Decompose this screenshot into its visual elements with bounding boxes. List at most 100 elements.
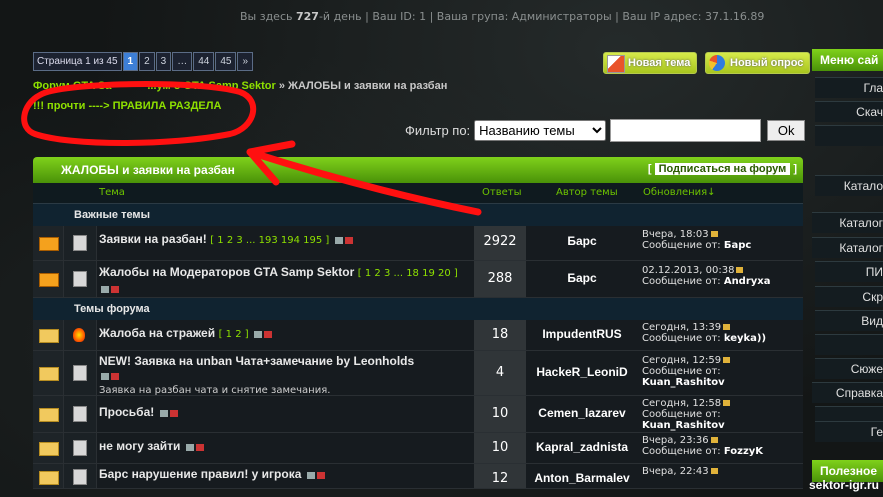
- moderate-icon[interactable]: [254, 330, 263, 338]
- last-poster[interactable]: Kuan_Rashitov: [642, 377, 725, 388]
- delete-icon[interactable]: [111, 285, 119, 293]
- fire-icon: [73, 328, 85, 342]
- breadcrumb-link[interactable]: ...ум о GTA Samp Sektor: [147, 80, 275, 92]
- reply-count: 2922: [483, 234, 517, 249]
- table-row[interactable]: Жалобы на Модераторов GTA Samp Sektor [ …: [33, 261, 803, 298]
- moderate-icon[interactable]: [159, 409, 168, 417]
- topic-link[interactable]: Барс нарушение правил! у игрока: [99, 467, 301, 481]
- menu-item[interactable]: Каталог: [812, 212, 883, 233]
- filter-ok-button[interactable]: Ok: [767, 120, 806, 141]
- moderate-icon[interactable]: [185, 443, 194, 451]
- menu-item[interactable]: Скр: [815, 286, 883, 307]
- menu-item[interactable]: [815, 334, 883, 355]
- subscribe-forum[interactable]: [ Подписаться на форум ]: [648, 163, 797, 175]
- menu-item[interactable]: Справка: [812, 382, 883, 403]
- col-replies[interactable]: Ответы: [482, 187, 521, 198]
- menu-item[interactable]: Катало: [815, 175, 883, 196]
- envelope-icon: [39, 329, 59, 343]
- table-row[interactable]: Барс нарушение правил! у игрока 12 Anton…: [33, 464, 803, 489]
- menu-item[interactable]: Каталог: [812, 237, 883, 258]
- reply-count: 12: [491, 471, 509, 486]
- table-row[interactable]: NEW! Заявка на unban Чата+замечание by L…: [33, 351, 803, 396]
- next-page-link[interactable]: »: [237, 52, 254, 71]
- menu-item[interactable]: Скач: [815, 101, 883, 122]
- last-post-icon[interactable]: [723, 324, 731, 330]
- menu-item[interactable]: ПИ: [815, 261, 883, 282]
- last-post-icon[interactable]: [736, 267, 744, 273]
- col-topic[interactable]: Тема: [99, 187, 125, 198]
- new-topic-button[interactable]: Новая тема: [603, 52, 698, 74]
- col-updates[interactable]: Обновления↓: [643, 187, 716, 198]
- pagination: Страница 1 из 45 1 2 3 … 44 45 »: [33, 52, 254, 71]
- filter-input[interactable]: [610, 119, 762, 142]
- reply-count: 10: [491, 440, 509, 455]
- last-poster[interactable]: Барс: [724, 240, 751, 251]
- topic-link[interactable]: Жалоба на стражей: [99, 326, 215, 340]
- doc-icon: [73, 365, 87, 381]
- moderate-icon[interactable]: [101, 285, 109, 293]
- topic-author[interactable]: Anton_Barmalev: [527, 464, 637, 485]
- col-author[interactable]: Автор темы: [556, 187, 618, 198]
- topic-link[interactable]: NEW! Заявка на unban Чата+замечание by L…: [99, 354, 414, 368]
- last-post-icon[interactable]: [710, 468, 718, 474]
- topic-author[interactable]: ImpudentRUS: [527, 320, 637, 341]
- delete-icon[interactable]: [195, 443, 204, 451]
- moderate-icon[interactable]: [101, 372, 109, 380]
- topic-link[interactable]: не могу зайти: [99, 439, 180, 453]
- doc-icon: [73, 406, 87, 422]
- delete-icon[interactable]: [169, 409, 178, 417]
- topic-link[interactable]: Жалобы на Модераторов GTA Samp Sektor: [99, 265, 354, 279]
- topic-link[interactable]: Просьба!: [99, 405, 154, 419]
- page-link[interactable]: 2: [139, 52, 155, 71]
- moderate-icon[interactable]: [334, 236, 343, 244]
- menu-item[interactable]: Ге: [815, 421, 883, 442]
- menu-item[interactable]: [815, 125, 883, 146]
- site-watermark: sektor-igr.ru: [808, 478, 879, 492]
- menu-item[interactable]: Сюже: [815, 358, 883, 379]
- topic-author[interactable]: Барс: [527, 226, 637, 248]
- menu-item[interactable]: Вид: [815, 310, 883, 331]
- menu-item[interactable]: Гла: [815, 77, 883, 98]
- delete-icon[interactable]: [264, 330, 273, 338]
- last-poster[interactable]: FozzyK: [724, 446, 763, 457]
- last-poster[interactable]: Andryxa: [724, 276, 771, 287]
- last-post-icon[interactable]: [710, 437, 718, 443]
- column-headers: Тема Ответы Автор темы Обновления↓: [33, 183, 803, 204]
- last-post-icon[interactable]: [723, 357, 731, 363]
- topic-pages[interactable]: [ 1 2 3 ... 18 19 20 ]: [358, 268, 458, 279]
- topic-author[interactable]: Барс: [527, 261, 637, 285]
- topic-link[interactable]: Заявки на разбан!: [99, 232, 207, 246]
- delete-icon[interactable]: [344, 236, 353, 244]
- last-poster[interactable]: keyka)): [724, 333, 766, 344]
- rules-link[interactable]: !!! прочти ----> ПРАВИЛА РАЗДЕЛА: [33, 100, 221, 112]
- doc-icon: [73, 440, 87, 456]
- delete-icon[interactable]: [111, 372, 119, 380]
- topic-filter: Фильтр по: Названию темы Ok: [405, 119, 806, 142]
- section-topics: Темы форума: [33, 298, 803, 320]
- breadcrumb-link[interactable]: Форум GTA Sa: [33, 80, 111, 92]
- page-link[interactable]: 44: [193, 52, 215, 71]
- site-menu-title: Меню сай: [812, 49, 883, 71]
- topic-pages[interactable]: [ 1 2 ]: [219, 329, 249, 340]
- table-row[interactable]: не могу зайти 10 Kapral_zadnista Вчера, …: [33, 433, 803, 464]
- page-link[interactable]: 1: [122, 52, 139, 71]
- page-link[interactable]: 3: [155, 52, 172, 71]
- topic-author[interactable]: Kapral_zadnista: [527, 433, 637, 454]
- envelope-icon: [39, 367, 59, 381]
- table-row[interactable]: Заявки на разбан! [ 1 2 3 ... 193 194 19…: [33, 226, 803, 261]
- site-menu: Меню сай Гла Скач Катало Каталог Каталог…: [812, 49, 883, 497]
- delete-icon[interactable]: [316, 471, 325, 479]
- moderate-icon[interactable]: [306, 471, 315, 479]
- topic-pages[interactable]: [ 1 2 3 ... 193 194 195 ]: [210, 235, 329, 246]
- last-post-icon[interactable]: [723, 400, 731, 406]
- new-poll-button[interactable]: Новый опрос: [705, 52, 811, 74]
- table-row[interactable]: Жалоба на стражей [ 1 2 ] 18 ImpudentRUS…: [33, 320, 803, 351]
- topic-author[interactable]: HackeR_LeoniD: [527, 351, 637, 379]
- filter-select[interactable]: Названию темы: [474, 120, 607, 141]
- reply-count: 18: [491, 327, 509, 342]
- last-poster[interactable]: Kuan_Rashitov: [642, 420, 725, 431]
- table-row[interactable]: Просьба! 10 Cemen_lazarev Сегодня, 12:58…: [33, 396, 803, 433]
- topic-author[interactable]: Cemen_lazarev: [527, 396, 637, 420]
- last-post-icon[interactable]: [710, 231, 718, 237]
- page-link[interactable]: 45: [215, 52, 237, 71]
